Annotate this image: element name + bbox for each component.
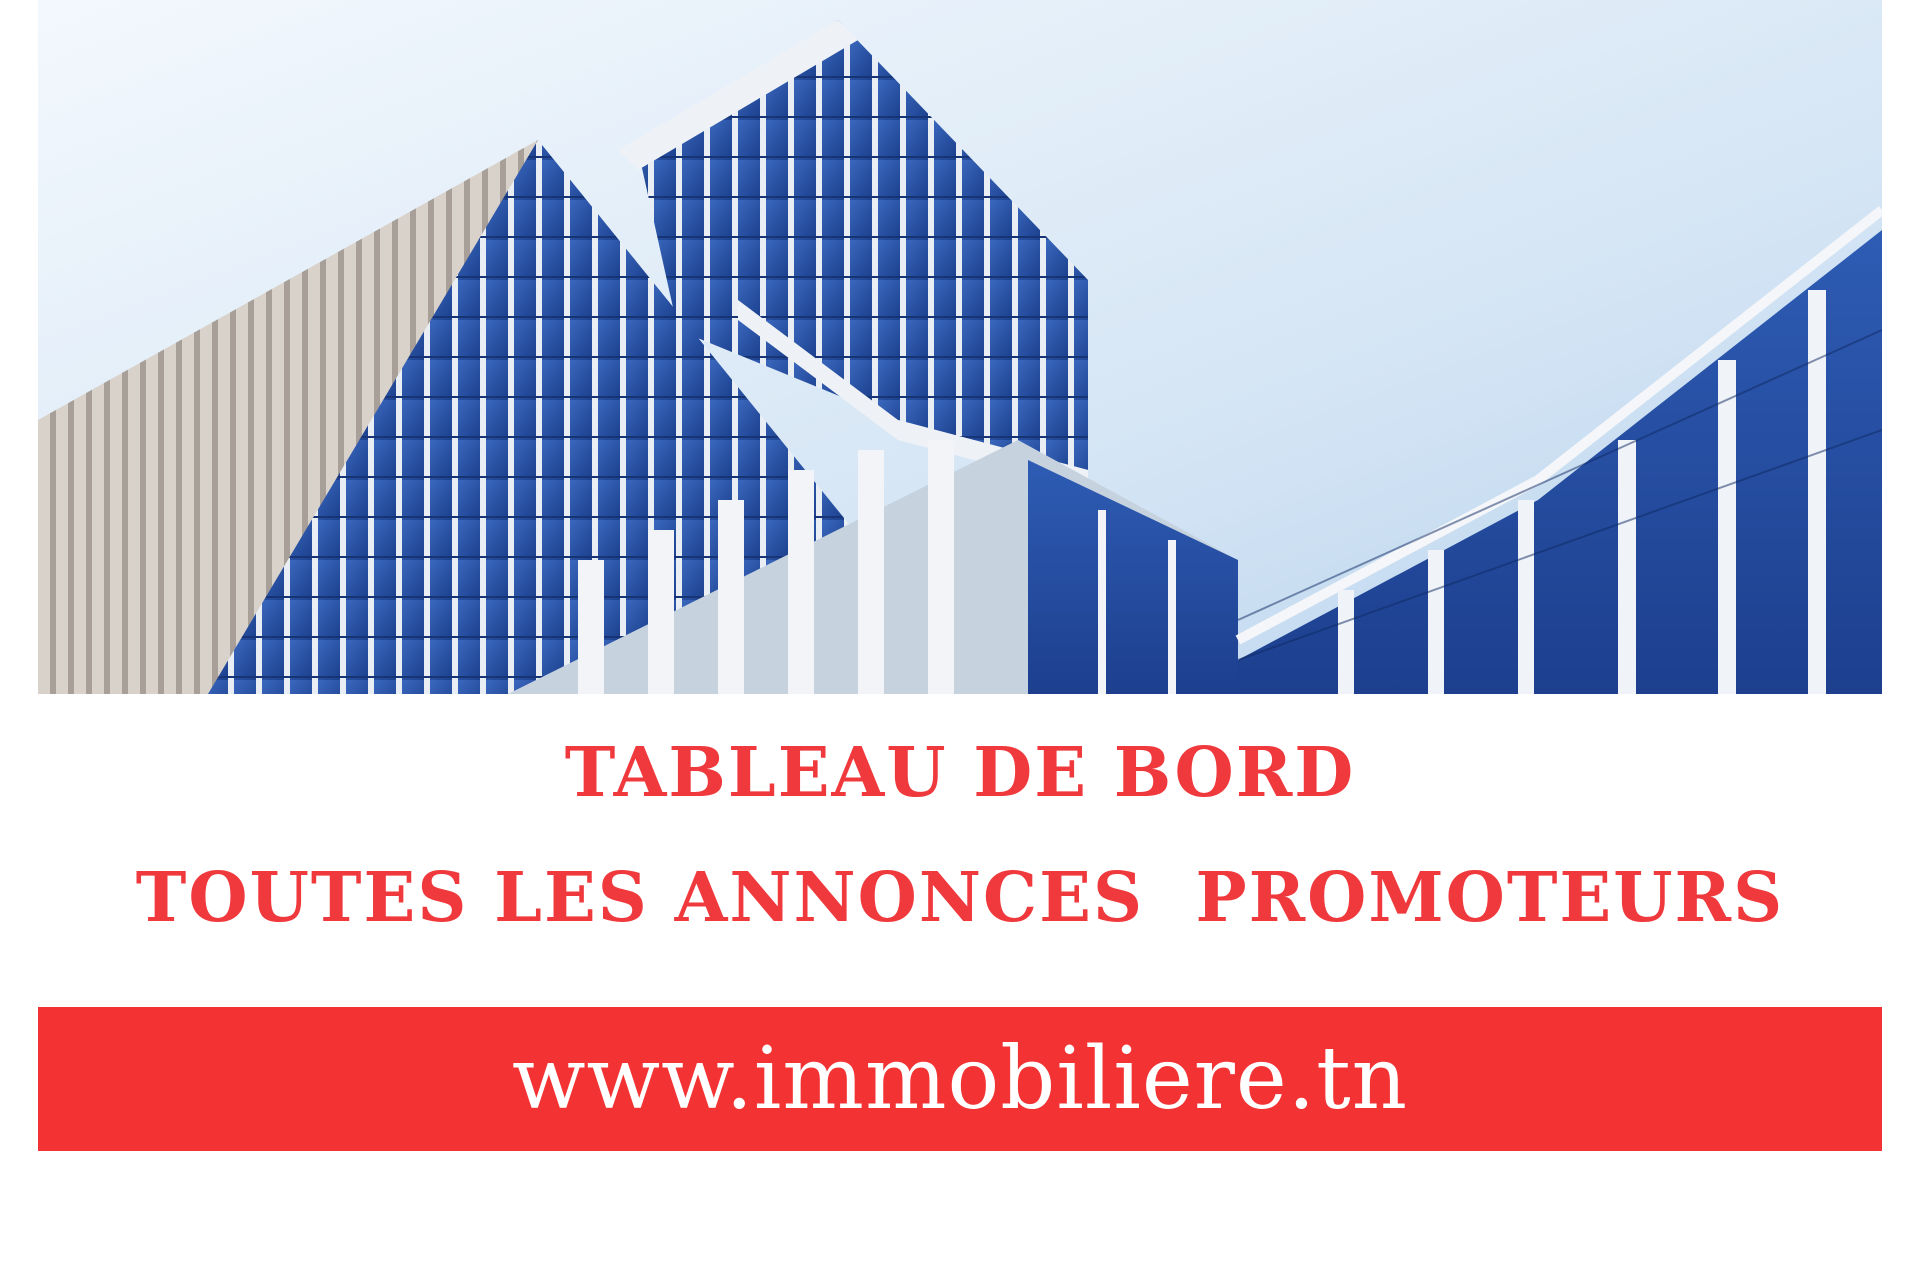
website-banner: www.immobiliere.tn [38,1007,1882,1151]
hero-building-photo [38,0,1882,694]
page-subtitle: TOUTES LES ANNONCES PROMOTEURS [135,858,1785,938]
website-url-link[interactable]: www.immobiliere.tn [512,1029,1408,1129]
page-title: TABLEAU DE BORD [564,733,1356,813]
